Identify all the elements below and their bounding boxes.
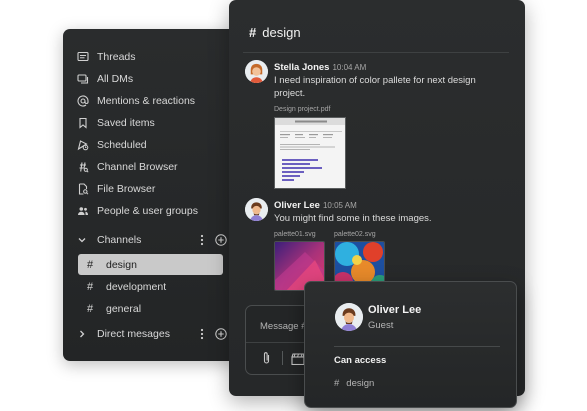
channel-title-label: design [262, 25, 301, 40]
chevron-down-icon[interactable] [77, 235, 87, 245]
message-time: 10:04 AM [332, 63, 367, 72]
attachment-label: Design project.pdf [274, 106, 331, 113]
bookmark-icon [79, 117, 87, 129]
nav-label: File Browser [97, 183, 156, 195]
hash-icon: # [87, 280, 94, 293]
nav-label: Scheduled [97, 139, 147, 151]
profile-name: Oliver Lee [368, 304, 422, 316]
hash-icon: # [334, 378, 340, 389]
nav-label: Mentions & reactions [97, 95, 196, 107]
nav-all-dms[interactable]: All DMs [77, 69, 227, 89]
accessible-channel-design[interactable]: # design [334, 378, 374, 389]
channel-browser-icon [79, 162, 89, 173]
message-time: 10:05 AM [322, 201, 357, 210]
channel-label: general [106, 302, 142, 315]
hash-icon: # [87, 258, 94, 271]
message-input[interactable]: Message # [260, 321, 306, 332]
avatar[interactable] [245, 60, 268, 83]
add-direct-message-icon[interactable] [215, 328, 227, 340]
nav-channel-browser[interactable]: Channel Browser [77, 157, 227, 177]
nav-label: All DMs [97, 73, 134, 85]
file-browser-icon [78, 183, 89, 195]
header-divider [243, 52, 509, 53]
at-icon [77, 95, 89, 107]
nav-people[interactable]: People & user groups [77, 201, 227, 221]
more-options-icon[interactable] [197, 328, 207, 340]
message-author[interactable]: Stella Jones 10:04 AM [274, 62, 366, 73]
nav-mentions[interactable]: Mentions & reactions [77, 91, 227, 111]
message-author[interactable]: Oliver Lee 10:05 AM [274, 200, 357, 211]
channel-item-development[interactable]: # development [78, 276, 223, 297]
channel-label: development [106, 280, 167, 293]
message-text: I need inspiration of color pallete for … [274, 75, 476, 99]
scheduled-icon [77, 140, 89, 151]
nav-label: Threads [97, 51, 136, 63]
user-profile-popover: Oliver Lee Guest Can access # design [304, 281, 517, 408]
nav-label: Saved items [97, 117, 155, 129]
pdf-attachment-thumbnail[interactable] [274, 117, 346, 189]
channel-item-design[interactable]: # design [78, 254, 223, 275]
nav-saved-items[interactable]: Saved items [77, 113, 227, 133]
nav-scheduled[interactable]: Scheduled [77, 135, 227, 155]
channels-section-header[interactable]: Channels [77, 230, 227, 250]
channel-title: # design [249, 25, 301, 40]
message-text: You might find some in these images. [274, 213, 432, 224]
author-name[interactable]: Stella Jones [274, 62, 329, 73]
toolbar-separator [282, 351, 283, 365]
sidebar: Threads All DMs Mentions & reactions Sav… [63, 29, 241, 361]
add-channel-icon[interactable] [215, 234, 227, 246]
hash-icon: # [87, 302, 94, 315]
access-heading: Can access [334, 355, 387, 366]
direct-messages-section-header[interactable]: Direct mesages [77, 324, 227, 344]
direct-messages-section-label: Direct mesages [97, 328, 170, 340]
popover-divider [334, 346, 500, 347]
more-options-icon[interactable] [197, 234, 207, 246]
accessible-channel-label: design [346, 378, 375, 389]
nav-threads[interactable]: Threads [77, 47, 227, 67]
channel-item-general[interactable]: # general [78, 298, 223, 319]
chevron-right-icon[interactable] [77, 329, 87, 339]
nav-label: Channel Browser [97, 161, 178, 173]
channels-section-label: Channels [97, 234, 142, 246]
author-name[interactable]: Oliver Lee [274, 200, 320, 211]
nav-file-browser[interactable]: File Browser [77, 179, 227, 199]
dms-icon [77, 74, 89, 84]
attachment-label: palette01.svg [274, 231, 316, 238]
people-icon [78, 207, 88, 215]
attachment-label: palette02.svg [334, 231, 376, 238]
threads-icon [77, 51, 89, 62]
channel-label: design [106, 258, 137, 271]
avatar[interactable] [245, 198, 268, 221]
hash-icon: # [249, 25, 257, 40]
profile-role: Guest [368, 320, 394, 331]
clapperboard-icon[interactable] [291, 353, 305, 365]
nav-label: People & user groups [97, 205, 198, 217]
paperclip-icon[interactable] [261, 351, 272, 365]
avatar [335, 303, 363, 331]
